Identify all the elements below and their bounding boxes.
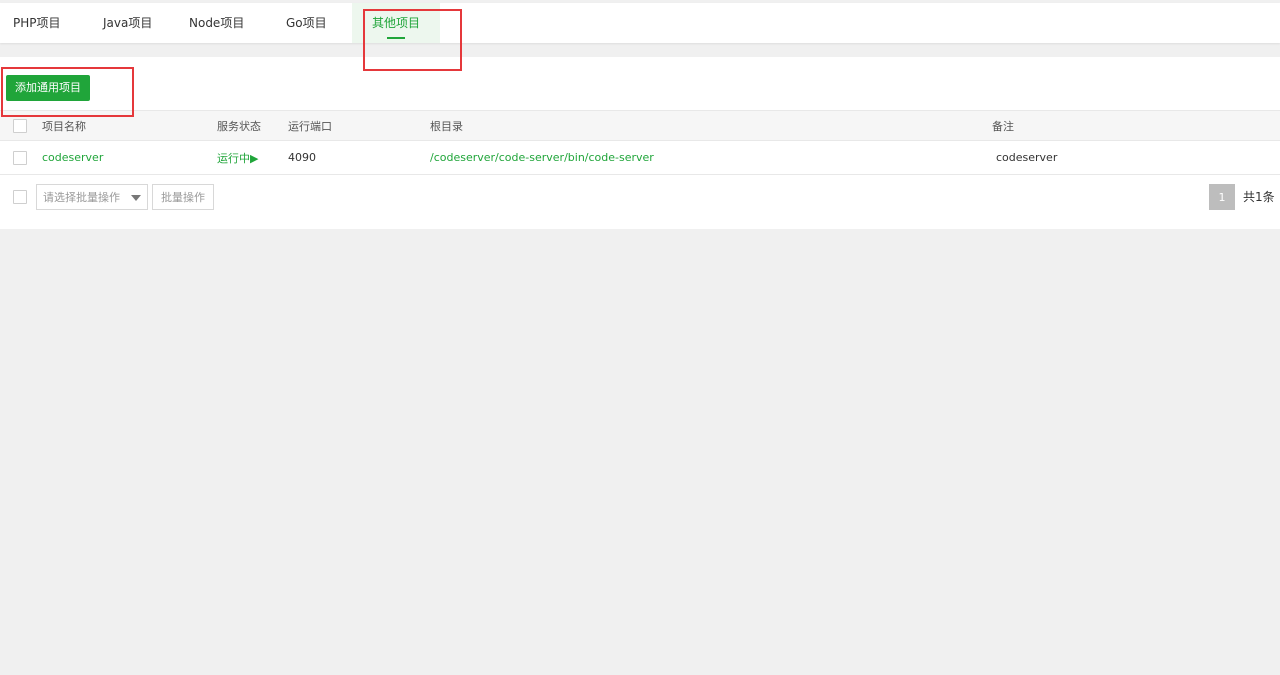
project-name-link[interactable]: codeserver [42,141,103,174]
project-type-tabbar: PHP项目 Java项目 Node项目 Go项目 其他项目 [0,3,1280,43]
header-port[interactable]: 运行端口 [288,111,332,140]
pagination-current-page[interactable]: 1 [1209,184,1235,210]
batch-operation-bar: 请选择批量操作 批量操作 1 共1条 [0,184,1280,210]
header-root-directory[interactable]: 根目录 [430,111,463,140]
batch-operation-button[interactable]: 批量操作 [152,184,214,210]
tab-other-label: 其他项目 [371,16,420,30]
bottom-select-all-checkbox[interactable] [13,190,27,204]
header-select-all-cell [13,111,27,140]
tab-other[interactable]: 其他项目 [352,3,440,43]
header-project-name[interactable]: 项目名称 [42,111,86,140]
tab-java[interactable]: Java项目 [103,3,152,43]
select-all-checkbox[interactable] [13,118,27,133]
header-service-status[interactable]: 服务状态 [217,111,261,140]
batch-operation-select[interactable]: 请选择批量操作 [36,184,148,210]
header-remark: 备注 [992,119,1014,133]
row-select-cell [13,141,27,174]
root-directory-link[interactable]: /codeserver/code-server/bin/code-server [430,141,654,174]
service-status-toggle[interactable]: 运行中▶ [217,141,258,174]
tab-node[interactable]: Node项目 [189,3,244,43]
bottom-select-all-cell [13,184,27,210]
batch-operation-placeholder: 请选择批量操作 [43,191,120,204]
chevron-down-icon [131,195,141,201]
active-tab-indicator [387,37,405,39]
tab-go[interactable]: Go项目 [286,3,327,43]
row-checkbox[interactable] [13,150,27,165]
add-generic-project-button[interactable]: 添加通用项目 [6,75,90,101]
project-port: 4090 [288,151,316,164]
page: PHP项目 Java项目 Node项目 Go项目 其他项目 添加通用项目 项目名… [0,0,1280,675]
project-panel: 添加通用项目 项目名称 服务状态 运行端口 根目录 备注 codeserver … [0,57,1280,229]
table-header: 项目名称 服务状态 运行端口 根目录 备注 [0,110,1280,141]
table-row: codeserver 运行中▶ 4090 /codeserver/code-se… [0,141,1280,175]
project-remark[interactable]: codeserver [996,141,1057,174]
tab-php[interactable]: PHP项目 [13,3,61,43]
pagination-total: 共1条 [1243,190,1275,204]
